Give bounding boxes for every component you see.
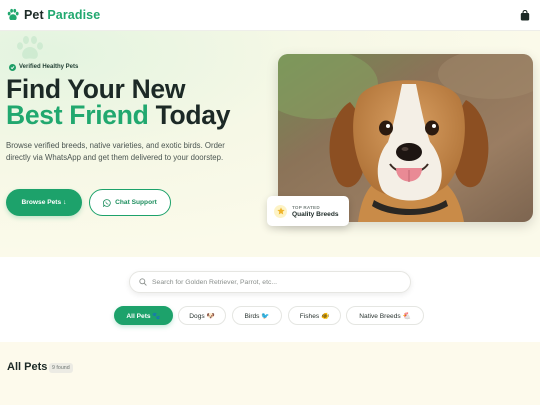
verified-badge: Verified Healthy Pets <box>9 61 78 73</box>
hero-title-line2: Best Friend Today <box>6 100 231 130</box>
browse-pets-label: Browse Pets <box>21 199 62 206</box>
top-rated-label: TOP RATED <box>292 204 320 210</box>
search-icon <box>139 278 147 286</box>
star-icon <box>274 204 287 218</box>
top-header: Pet Paradise <box>0 0 540 31</box>
browse-pets-button[interactable]: Browse Pets ↓ <box>6 189 82 216</box>
filter-chip-native-breeds[interactable]: Native Breeds 🐔 <box>346 306 424 325</box>
hero-title-rest: Today <box>155 100 231 130</box>
brand-name-part1: Pet <box>24 8 44 22</box>
hero-title: Find Your New Best Friend Today <box>6 74 231 130</box>
brand[interactable]: Pet Paradise <box>6 8 100 22</box>
chat-support-button[interactable]: Chat Support <box>89 189 171 216</box>
shopping-bag-icon <box>520 9 530 20</box>
top-rated-card: TOP RATED Quality Breeds <box>267 196 349 226</box>
pets-listing-section: All Pets 9 found <box>0 342 540 405</box>
filter-chip-birds[interactable]: Birds 🐦 <box>232 306 282 325</box>
brand-name: Pet Paradise <box>24 8 100 22</box>
brand-name-part2: Paradise <box>47 8 101 22</box>
paw-decoration-icon <box>17 36 43 59</box>
check-circle-icon <box>9 63 16 71</box>
search-bar[interactable] <box>129 271 411 293</box>
hero-title-line1: Find Your New <box>6 74 186 104</box>
paw-icon <box>7 8 19 21</box>
hero-section: Verified Healthy Pets Find Your New Best… <box>0 31 540 257</box>
filter-chip-all-pets[interactable]: All Pets 🐾 <box>114 306 173 325</box>
hero-description: Browse verified breeds, native varieties… <box>6 141 225 163</box>
whatsapp-icon <box>103 198 111 207</box>
filter-chip-fishes[interactable]: Fishes 🐠 <box>288 306 341 325</box>
hero-title-highlight: Best Friend <box>6 100 149 130</box>
arrow-down-icon: ↓ <box>63 199 67 206</box>
quality-breeds-label: Quality Breeds <box>292 210 339 218</box>
search-input[interactable] <box>152 278 397 286</box>
filter-section: All Pets 🐾 Dogs 🐶 Birds 🐦 Fishes 🐠 Nativ… <box>0 257 540 342</box>
listing-title: All Pets <box>7 361 48 373</box>
results-count-badge: 9 found <box>49 363 73 373</box>
cart-button[interactable] <box>518 8 532 22</box>
filter-chip-dogs[interactable]: Dogs 🐶 <box>178 306 226 325</box>
chat-support-label: Chat Support <box>115 199 157 206</box>
verified-badge-label: Verified Healthy Pets <box>19 64 79 70</box>
top-rated-text: TOP RATED Quality Breeds <box>292 205 339 218</box>
